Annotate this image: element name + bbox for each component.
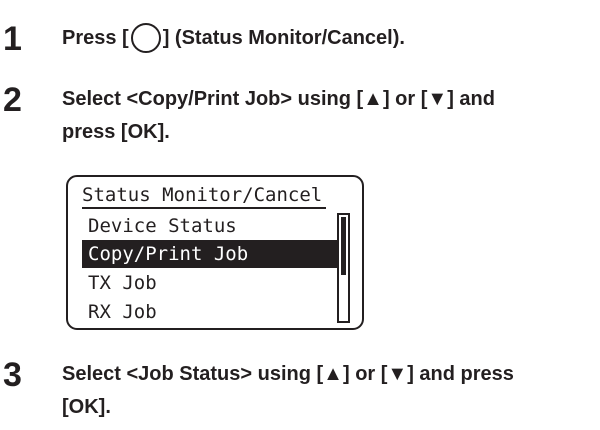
- step-number: 1: [3, 20, 22, 58]
- step-text-line-1: Select <Copy/Print Job> using [▲] or [▼]…: [62, 88, 495, 110]
- status-monitor-button-icon: [130, 23, 161, 53]
- step-text-line-2: [OK].: [62, 396, 111, 418]
- lcd-item-copy-print-job[interactable]: Copy/Print Job: [82, 240, 338, 268]
- step-text-line-2: press [OK].: [62, 121, 170, 143]
- lcd-item-tx-job[interactable]: TX Job: [82, 269, 338, 297]
- lcd-scrollbar[interactable]: [337, 213, 350, 323]
- step-number: 2: [3, 81, 22, 119]
- step-text-before: Press [: [62, 27, 129, 49]
- lcd-item-device-status[interactable]: Device Status: [82, 212, 338, 240]
- step-text-after: ] (Status Monitor/Cancel).: [162, 27, 405, 49]
- step-text-line-1: Select <Job Status> using [▲] or [▼] and…: [62, 363, 514, 385]
- lcd-item-rx-job[interactable]: RX Job: [82, 298, 338, 326]
- lcd-scrollbar-thumb[interactable]: [341, 217, 346, 275]
- lcd-title: Status Monitor/Cancel: [82, 183, 327, 209]
- lcd-panel: Status Monitor/Cancel Device Status Copy…: [66, 175, 364, 330]
- step-number: 3: [3, 356, 22, 394]
- step-text: Press [ ] (Status Monitor/Cancel).: [62, 22, 582, 55]
